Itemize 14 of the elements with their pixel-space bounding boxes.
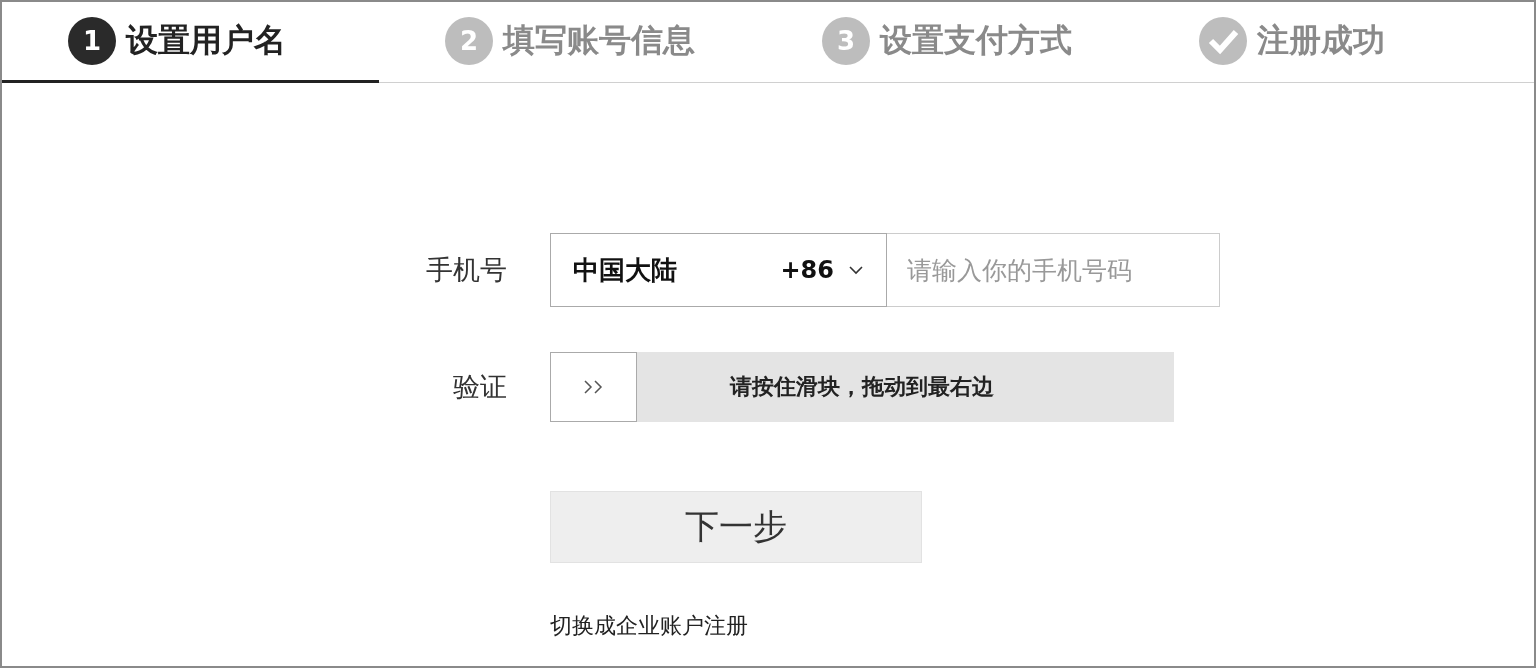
next-button[interactable]: 下一步: [550, 491, 922, 563]
slider-handle[interactable]: [550, 352, 637, 422]
step-tab[interactable]: 1 设置用户名: [2, 2, 379, 83]
step-number-icon: 1: [68, 17, 116, 65]
region-select[interactable]: 中国大陆 +86: [550, 233, 887, 307]
chevron-down-icon: [848, 265, 864, 275]
step-number-icon: 2: [445, 17, 493, 65]
slider-hint: 请按住滑块，拖动到最右边: [730, 373, 994, 401]
check-circle-icon: [1199, 17, 1247, 65]
phone-input[interactable]: 请输入你的手机号码: [887, 233, 1220, 307]
field-label: 验证: [452, 370, 507, 404]
field-label: 手机号: [425, 253, 507, 287]
step-number-icon: 3: [822, 17, 870, 65]
switch-link[interactable]: 切换成企业账户注册: [550, 611, 748, 641]
